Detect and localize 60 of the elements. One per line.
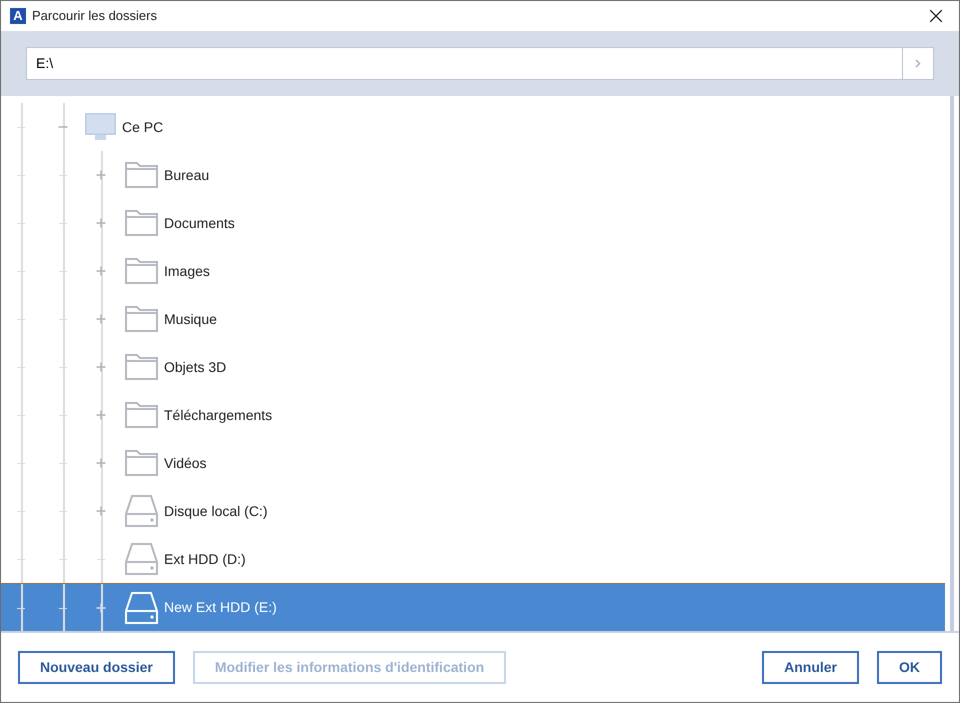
plus-icon: [96, 410, 106, 420]
plus-icon: [96, 458, 106, 468]
expand-button[interactable]: [96, 266, 106, 276]
folder-icon: [125, 306, 158, 332]
folder-icon: [125, 162, 158, 188]
expand-button[interactable]: [96, 314, 106, 324]
app-logo: A: [10, 8, 26, 24]
folder-icon: [125, 402, 158, 428]
expand-button[interactable]: [96, 458, 106, 468]
plus-icon: [96, 602, 106, 612]
tree-item-label: Bureau: [164, 166, 210, 184]
tree-row[interactable]: Objets 3D: [1, 343, 945, 391]
plus-icon: [96, 266, 106, 276]
tree-row[interactable]: Disque local (C:): [1, 487, 945, 535]
tree-row[interactable]: Vidéos: [1, 439, 945, 487]
plus-icon: [96, 170, 106, 180]
plus-icon: [96, 362, 106, 372]
drive-icon: [125, 495, 158, 527]
folder-icon: [125, 354, 158, 380]
expand-button[interactable]: [96, 410, 106, 420]
tree-item-label: Ext HDD (D:): [164, 550, 246, 569]
dialog-button[interactable]: Nouveau dossier: [18, 651, 175, 684]
expand-button[interactable]: [96, 170, 106, 180]
tree-item-label: Téléchargements: [164, 406, 272, 425]
tree-row[interactable]: Ce PC: [1, 103, 945, 151]
drive-icon: [125, 592, 158, 624]
expand-button[interactable]: [96, 218, 106, 228]
tree-item-label: Vidéos: [164, 454, 207, 472]
go-button[interactable]: [902, 47, 934, 80]
tree-item-label: Documents: [164, 214, 235, 232]
monitor-icon: [85, 113, 116, 141]
drive-icon: [125, 543, 158, 575]
expand-button[interactable]: [96, 362, 106, 372]
tree-row[interactable]: New Ext HDD (E:): [1, 583, 945, 631]
dialog-button[interactable]: Annuler: [762, 651, 859, 684]
folder-icon: [125, 258, 158, 284]
tree-row[interactable]: Images: [1, 247, 945, 295]
folder-icon: [125, 210, 158, 236]
tree-item-label: Objets 3D: [164, 358, 226, 377]
dialog-button[interactable]: OK: [877, 651, 942, 684]
expand-button[interactable]: [96, 506, 106, 516]
tree-item-label: New Ext HDD (E:): [164, 598, 277, 617]
tree-row[interactable]: Ext HDD (D:): [1, 535, 945, 583]
tree-row[interactable]: Musique: [1, 295, 945, 343]
expand-button[interactable]: [96, 602, 106, 612]
close-icon: [930, 10, 942, 22]
tree-item-label: Images: [164, 262, 210, 281]
tree-item-label: Musique: [164, 310, 217, 329]
tree-item-label: Ce PC: [122, 118, 164, 136]
folder-icon: [125, 450, 158, 476]
chevron-right-icon: [915, 59, 921, 68]
plus-icon: [96, 218, 106, 228]
tree-row[interactable]: Téléchargements: [1, 391, 945, 439]
plus-icon: [96, 506, 106, 516]
path-field[interactable]: E:\: [26, 47, 902, 80]
window-title: Parcourir les dossiers: [32, 7, 157, 26]
tree-item-label: Disque local (C:): [164, 502, 268, 521]
plus-icon: [96, 314, 106, 324]
tree-row[interactable]: Bureau: [1, 151, 945, 199]
tree-row[interactable]: Documents: [1, 199, 945, 247]
